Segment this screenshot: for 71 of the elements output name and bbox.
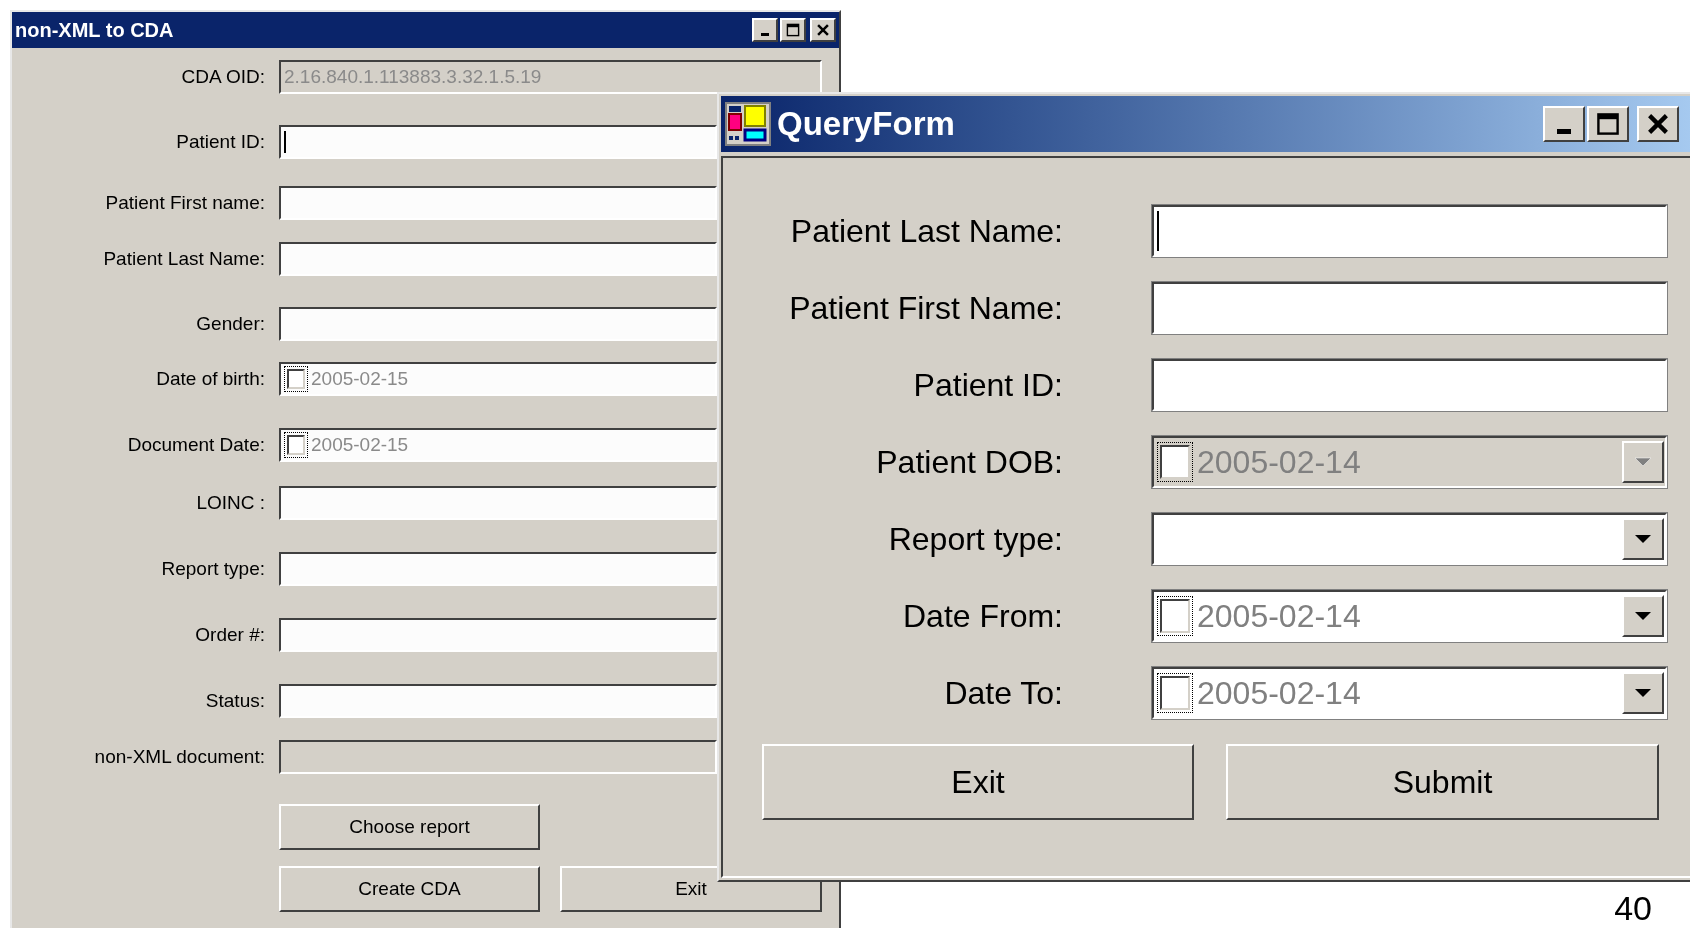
close-icon — [816, 23, 830, 37]
field-label: Report type: — [160, 556, 266, 581]
input-field[interactable] — [279, 618, 717, 652]
close-button[interactable] — [1637, 106, 1679, 142]
field-label: Patient DOB: — [875, 443, 1063, 482]
app-icon — [725, 102, 771, 146]
checkbox[interactable] — [284, 366, 308, 392]
caret-icon — [1634, 688, 1652, 698]
input-field[interactable] — [279, 684, 717, 718]
input-field[interactable] — [1152, 359, 1667, 411]
field-label: CDA OID: — [180, 64, 266, 89]
maximize-button[interactable] — [1587, 106, 1629, 142]
caret-icon — [1634, 611, 1652, 621]
date-picker[interactable]: 2005-02-14 — [1152, 590, 1667, 642]
close-button[interactable] — [810, 18, 836, 42]
field-label: Date of birth: — [155, 366, 266, 391]
dropdown-field[interactable] — [1152, 513, 1667, 565]
field-label: Patient First Name: — [788, 289, 1063, 328]
maximize-button[interactable] — [780, 18, 806, 42]
choose-report-button[interactable]: Choose report — [279, 804, 540, 850]
date-picker[interactable]: 2005-02-14 — [1152, 667, 1667, 719]
minimize-icon — [761, 33, 769, 36]
create-cda-button[interactable]: Create CDA — [279, 866, 540, 912]
minimize-icon — [1557, 129, 1571, 134]
caret-icon — [1634, 534, 1652, 544]
checkbox[interactable] — [1157, 596, 1193, 636]
date-field[interactable]: 2005-02-15 — [279, 362, 717, 396]
input-field[interactable] — [279, 242, 717, 276]
input-field[interactable] — [1152, 205, 1667, 257]
date-value: 2005-02-14 — [1197, 443, 1361, 482]
field-label: Document Date: — [126, 432, 266, 457]
date-value: 2005-02-14 — [1197, 597, 1361, 636]
field-label: Patient ID: — [912, 366, 1063, 405]
dropdown-button[interactable] — [1622, 518, 1664, 560]
maximize-icon — [1596, 112, 1620, 136]
field-label: Patient Last Name: — [789, 212, 1063, 251]
field-label: Order #: — [194, 622, 266, 647]
dropdown-button[interactable] — [1622, 672, 1664, 714]
date-field[interactable]: 2005-02-15 — [279, 428, 717, 462]
field-label: LOINC : — [195, 490, 266, 515]
minimize-button[interactable] — [752, 18, 778, 42]
field-label: Gender: — [195, 311, 266, 336]
field-label: Date To: — [943, 674, 1063, 713]
checkbox[interactable] — [1157, 673, 1193, 713]
input-field[interactable] — [1152, 282, 1667, 334]
date-value: 2005-02-14 — [1197, 674, 1361, 713]
close-icon — [1646, 112, 1670, 136]
input-field[interactable] — [279, 552, 717, 586]
date-value: 2005-02-15 — [311, 366, 409, 391]
field-label: Patient Last Name: — [102, 246, 266, 271]
minimize-button[interactable] — [1543, 106, 1585, 142]
field-label: Patient ID: — [175, 129, 266, 154]
caret-icon — [1634, 457, 1652, 467]
input-field[interactable] — [279, 486, 717, 520]
window-title: QueryForm — [777, 104, 955, 145]
input-field[interactable] — [279, 186, 717, 220]
exit-button[interactable]: Exit — [762, 744, 1194, 820]
field-label: Patient First name: — [104, 190, 266, 215]
checkbox[interactable] — [284, 432, 308, 458]
date-value: 2005-02-15 — [311, 432, 409, 457]
input-field[interactable] — [279, 125, 717, 159]
input-field[interactable] — [279, 307, 717, 341]
maximize-icon — [786, 23, 800, 37]
window-title: non-XML to CDA — [15, 18, 174, 43]
field-label: Date From: — [901, 597, 1063, 636]
submit-button[interactable]: Submit — [1226, 744, 1659, 820]
page-number: 40 — [1614, 888, 1652, 928]
field-label: non-XML document: — [93, 744, 266, 769]
dropdown-button[interactable] — [1622, 595, 1664, 637]
field-label: Status: — [204, 688, 266, 713]
field-label: Report type: — [887, 520, 1063, 559]
